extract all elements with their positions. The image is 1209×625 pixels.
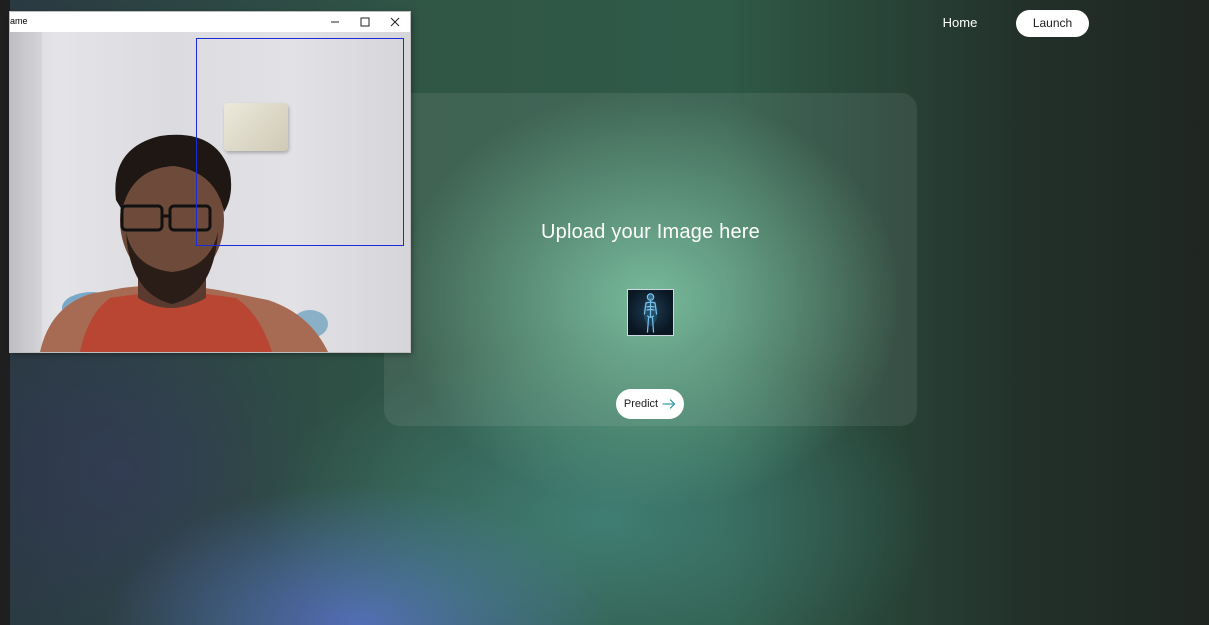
- webcam-feed: [10, 32, 410, 352]
- detection-bounding-box: [196, 38, 404, 246]
- minimize-button[interactable]: [320, 12, 350, 32]
- camera-window-titlebar[interactable]: ame: [10, 12, 410, 32]
- close-icon: [390, 17, 400, 27]
- close-button[interactable]: [380, 12, 410, 32]
- minimize-icon: [331, 21, 339, 23]
- maximize-icon: [360, 17, 370, 27]
- upload-image-thumbnail[interactable]: [627, 289, 674, 336]
- page: Home Launch Upload your Image here Predi…: [0, 0, 1209, 625]
- predict-label: Predict: [623, 398, 659, 410]
- camera-window[interactable]: ame: [10, 12, 410, 352]
- arrow-right-icon: [662, 399, 676, 409]
- maximize-button[interactable]: [350, 12, 380, 32]
- left-edge-strip: [0, 0, 10, 625]
- human-body-xray-icon: [643, 293, 658, 333]
- nav-launch-button[interactable]: Launch: [1016, 10, 1089, 37]
- upload-card: Upload your Image here Predict: [384, 93, 917, 426]
- predict-button[interactable]: Predict: [616, 389, 684, 419]
- nav-home-link[interactable]: Home: [930, 10, 990, 36]
- camera-window-title: ame: [10, 16, 28, 26]
- upload-title: Upload your Image here: [541, 221, 760, 243]
